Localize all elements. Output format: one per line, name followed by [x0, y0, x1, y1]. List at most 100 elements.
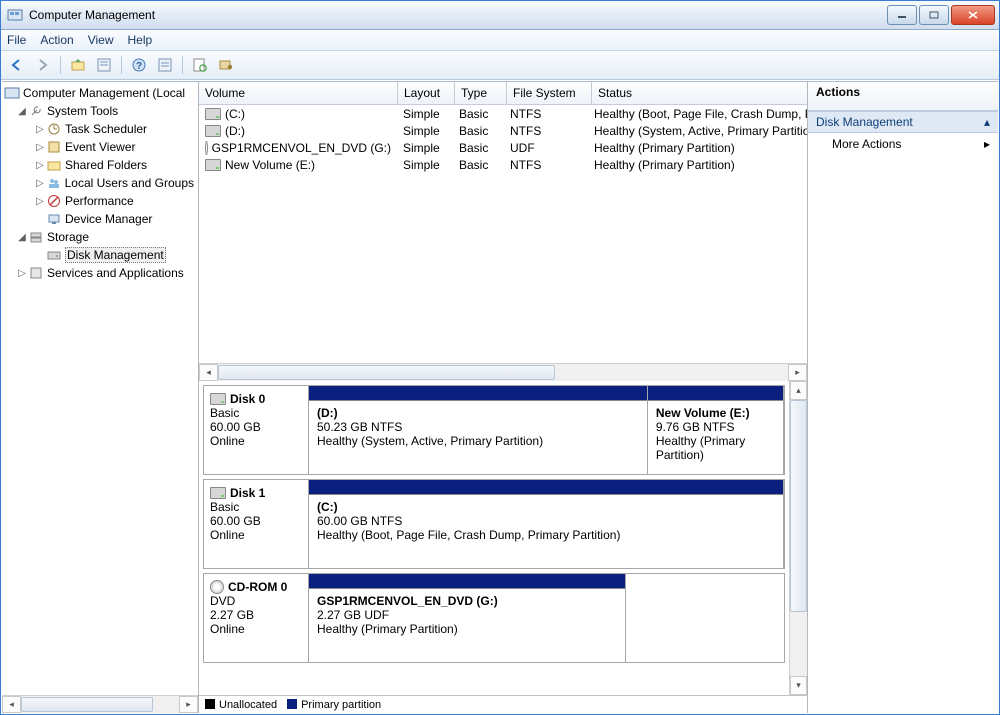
app-icon [7, 7, 23, 23]
partition[interactable]: (C:)60.00 GB NTFSHealthy (Boot, Page Fil… [308, 479, 784, 569]
refresh-icon[interactable] [188, 53, 212, 77]
legend: Unallocated Primary partition [199, 695, 807, 713]
settings-icon[interactable] [214, 53, 238, 77]
titlebar: Computer Management [1, 1, 999, 30]
scroll-left-icon[interactable]: ◂ [2, 696, 21, 713]
drive-icon [205, 125, 221, 137]
partition[interactable]: (D:)50.23 GB NTFSHealthy (System, Active… [308, 385, 648, 475]
content: Computer Management (Local ◢System Tools… [2, 81, 998, 713]
expand-icon[interactable]: ▷ [16, 268, 28, 279]
center-pane: Volume Layout Type File System Status (C… [199, 82, 808, 713]
volume-row[interactable]: (D:)SimpleBasicNTFSHealthy (System, Acti… [199, 122, 807, 139]
scroll-thumb[interactable] [218, 365, 555, 380]
disk-row: CD-ROM 0DVD2.27 GBOnlineGSP1RMCENVOL_EN_… [203, 573, 785, 663]
volume-scrollbar[interactable]: ◂ ▸ [199, 363, 807, 381]
expand-icon[interactable]: ▷ [34, 196, 46, 207]
scroll-left-icon[interactable]: ◂ [199, 364, 218, 381]
menu-action[interactable]: Action [40, 33, 73, 47]
col-layout[interactable]: Layout [398, 82, 455, 104]
actions-more[interactable]: More Actions ▸ [808, 133, 998, 155]
col-filesystem[interactable]: File System [507, 82, 592, 104]
minimize-button[interactable] [887, 5, 917, 25]
actions-category[interactable]: Disk Management ▴ [808, 111, 998, 133]
list-icon[interactable] [153, 53, 177, 77]
menu-view[interactable]: View [88, 33, 114, 47]
forward-button[interactable] [31, 53, 55, 77]
drive-icon [205, 108, 221, 120]
tree-event-viewer[interactable]: ▷Event Viewer [2, 138, 198, 156]
help-icon[interactable]: ? [127, 53, 151, 77]
expand-icon[interactable]: ▷ [34, 142, 46, 153]
collapse-icon[interactable]: ◢ [16, 232, 28, 243]
cd-icon [205, 141, 208, 155]
tree-shared-folders[interactable]: ▷Shared Folders [2, 156, 198, 174]
volume-row[interactable]: New Volume (E:)SimpleBasicNTFSHealthy (P… [199, 156, 807, 173]
tree-services-apps[interactable]: ▷Services and Applications [2, 264, 198, 282]
tree-scrollbar[interactable]: ◂ ▸ [2, 695, 198, 713]
tree: Computer Management (Local ◢System Tools… [2, 82, 198, 695]
collapse-icon: ▴ [984, 115, 990, 129]
tree-disk-management[interactable]: Disk Management [2, 246, 198, 264]
disk-scrollbar[interactable]: ▴ ▾ [789, 381, 807, 695]
expand-icon[interactable]: ▷ [34, 124, 46, 135]
menu-help[interactable]: Help [128, 33, 153, 47]
scroll-down-icon[interactable]: ▾ [790, 676, 807, 695]
drive-icon [205, 159, 221, 171]
back-button[interactable] [5, 53, 29, 77]
scroll-thumb[interactable] [21, 697, 153, 712]
scroll-right-icon[interactable]: ▸ [788, 364, 807, 381]
toolbar: ? [1, 51, 999, 80]
event-icon [46, 139, 62, 155]
close-button[interactable] [951, 5, 995, 25]
volume-row[interactable]: GSP1RMCENVOL_EN_DVD (G:)SimpleBasicUDFHe… [199, 139, 807, 156]
expand-icon[interactable]: ▷ [34, 160, 46, 171]
volume-header: Volume Layout Type File System Status [199, 82, 807, 105]
window-title: Computer Management [29, 8, 887, 22]
col-status[interactable]: Status [592, 82, 807, 104]
tree-device-manager[interactable]: Device Manager [2, 210, 198, 228]
actions-pane: Actions Disk Management ▴ More Actions ▸ [808, 82, 998, 713]
partition[interactable]: New Volume (E:)9.76 GB NTFSHealthy (Prim… [647, 385, 784, 475]
scroll-thumb[interactable] [790, 400, 807, 612]
menubar: File Action View Help [1, 30, 999, 51]
disk-info: CD-ROM 0DVD2.27 GBOnline [204, 574, 309, 662]
volume-row[interactable]: (C:)SimpleBasicNTFSHealthy (Boot, Page F… [199, 105, 807, 122]
up-icon[interactable] [66, 53, 90, 77]
disk-info: Disk 1Basic60.00 GBOnline [204, 480, 309, 568]
tree-pane: Computer Management (Local ◢System Tools… [2, 82, 199, 713]
tools-icon [28, 103, 44, 119]
col-type[interactable]: Type [455, 82, 507, 104]
tree-task-scheduler[interactable]: ▷Task Scheduler [2, 120, 198, 138]
tree-local-users[interactable]: ▷Local Users and Groups [2, 174, 198, 192]
tree-system-tools[interactable]: ◢System Tools [2, 102, 198, 120]
scroll-up-icon[interactable]: ▴ [790, 381, 807, 400]
device-icon [46, 211, 62, 227]
services-icon [28, 265, 44, 281]
properties-icon[interactable] [92, 53, 116, 77]
disk-area: Disk 0Basic60.00 GBOnline(D:)50.23 GB NT… [199, 381, 807, 695]
disk-row: Disk 0Basic60.00 GBOnline(D:)50.23 GB NT… [203, 385, 785, 475]
drive-icon [210, 393, 226, 405]
users-icon [46, 175, 62, 191]
col-volume[interactable]: Volume [199, 82, 398, 104]
partition[interactable]: GSP1RMCENVOL_EN_DVD (G:)2.27 GB UDFHealt… [308, 573, 626, 663]
legend-primary: Primary partition [287, 699, 381, 711]
menu-file[interactable]: File [7, 33, 26, 47]
collapse-icon[interactable]: ◢ [16, 106, 28, 117]
clock-icon [46, 121, 62, 137]
scroll-right-icon[interactable]: ▸ [179, 696, 198, 713]
arrow-right-icon: ▸ [984, 137, 990, 151]
actions-header: Actions [808, 82, 998, 111]
tree-root[interactable]: Computer Management (Local [2, 84, 198, 102]
console-icon [4, 85, 20, 101]
tree-storage[interactable]: ◢Storage [2, 228, 198, 246]
expand-icon[interactable]: ▷ [34, 178, 46, 189]
disk-info: Disk 0Basic60.00 GBOnline [204, 386, 309, 474]
folder-icon [46, 157, 62, 173]
tree-performance[interactable]: ▷Performance [2, 192, 198, 210]
cd-icon [210, 580, 224, 594]
disk-list: Disk 0Basic60.00 GBOnline(D:)50.23 GB NT… [199, 381, 789, 695]
maximize-button[interactable] [919, 5, 949, 25]
drive-icon [210, 487, 226, 499]
disk-row: Disk 1Basic60.00 GBOnline(C:)60.00 GB NT… [203, 479, 785, 569]
